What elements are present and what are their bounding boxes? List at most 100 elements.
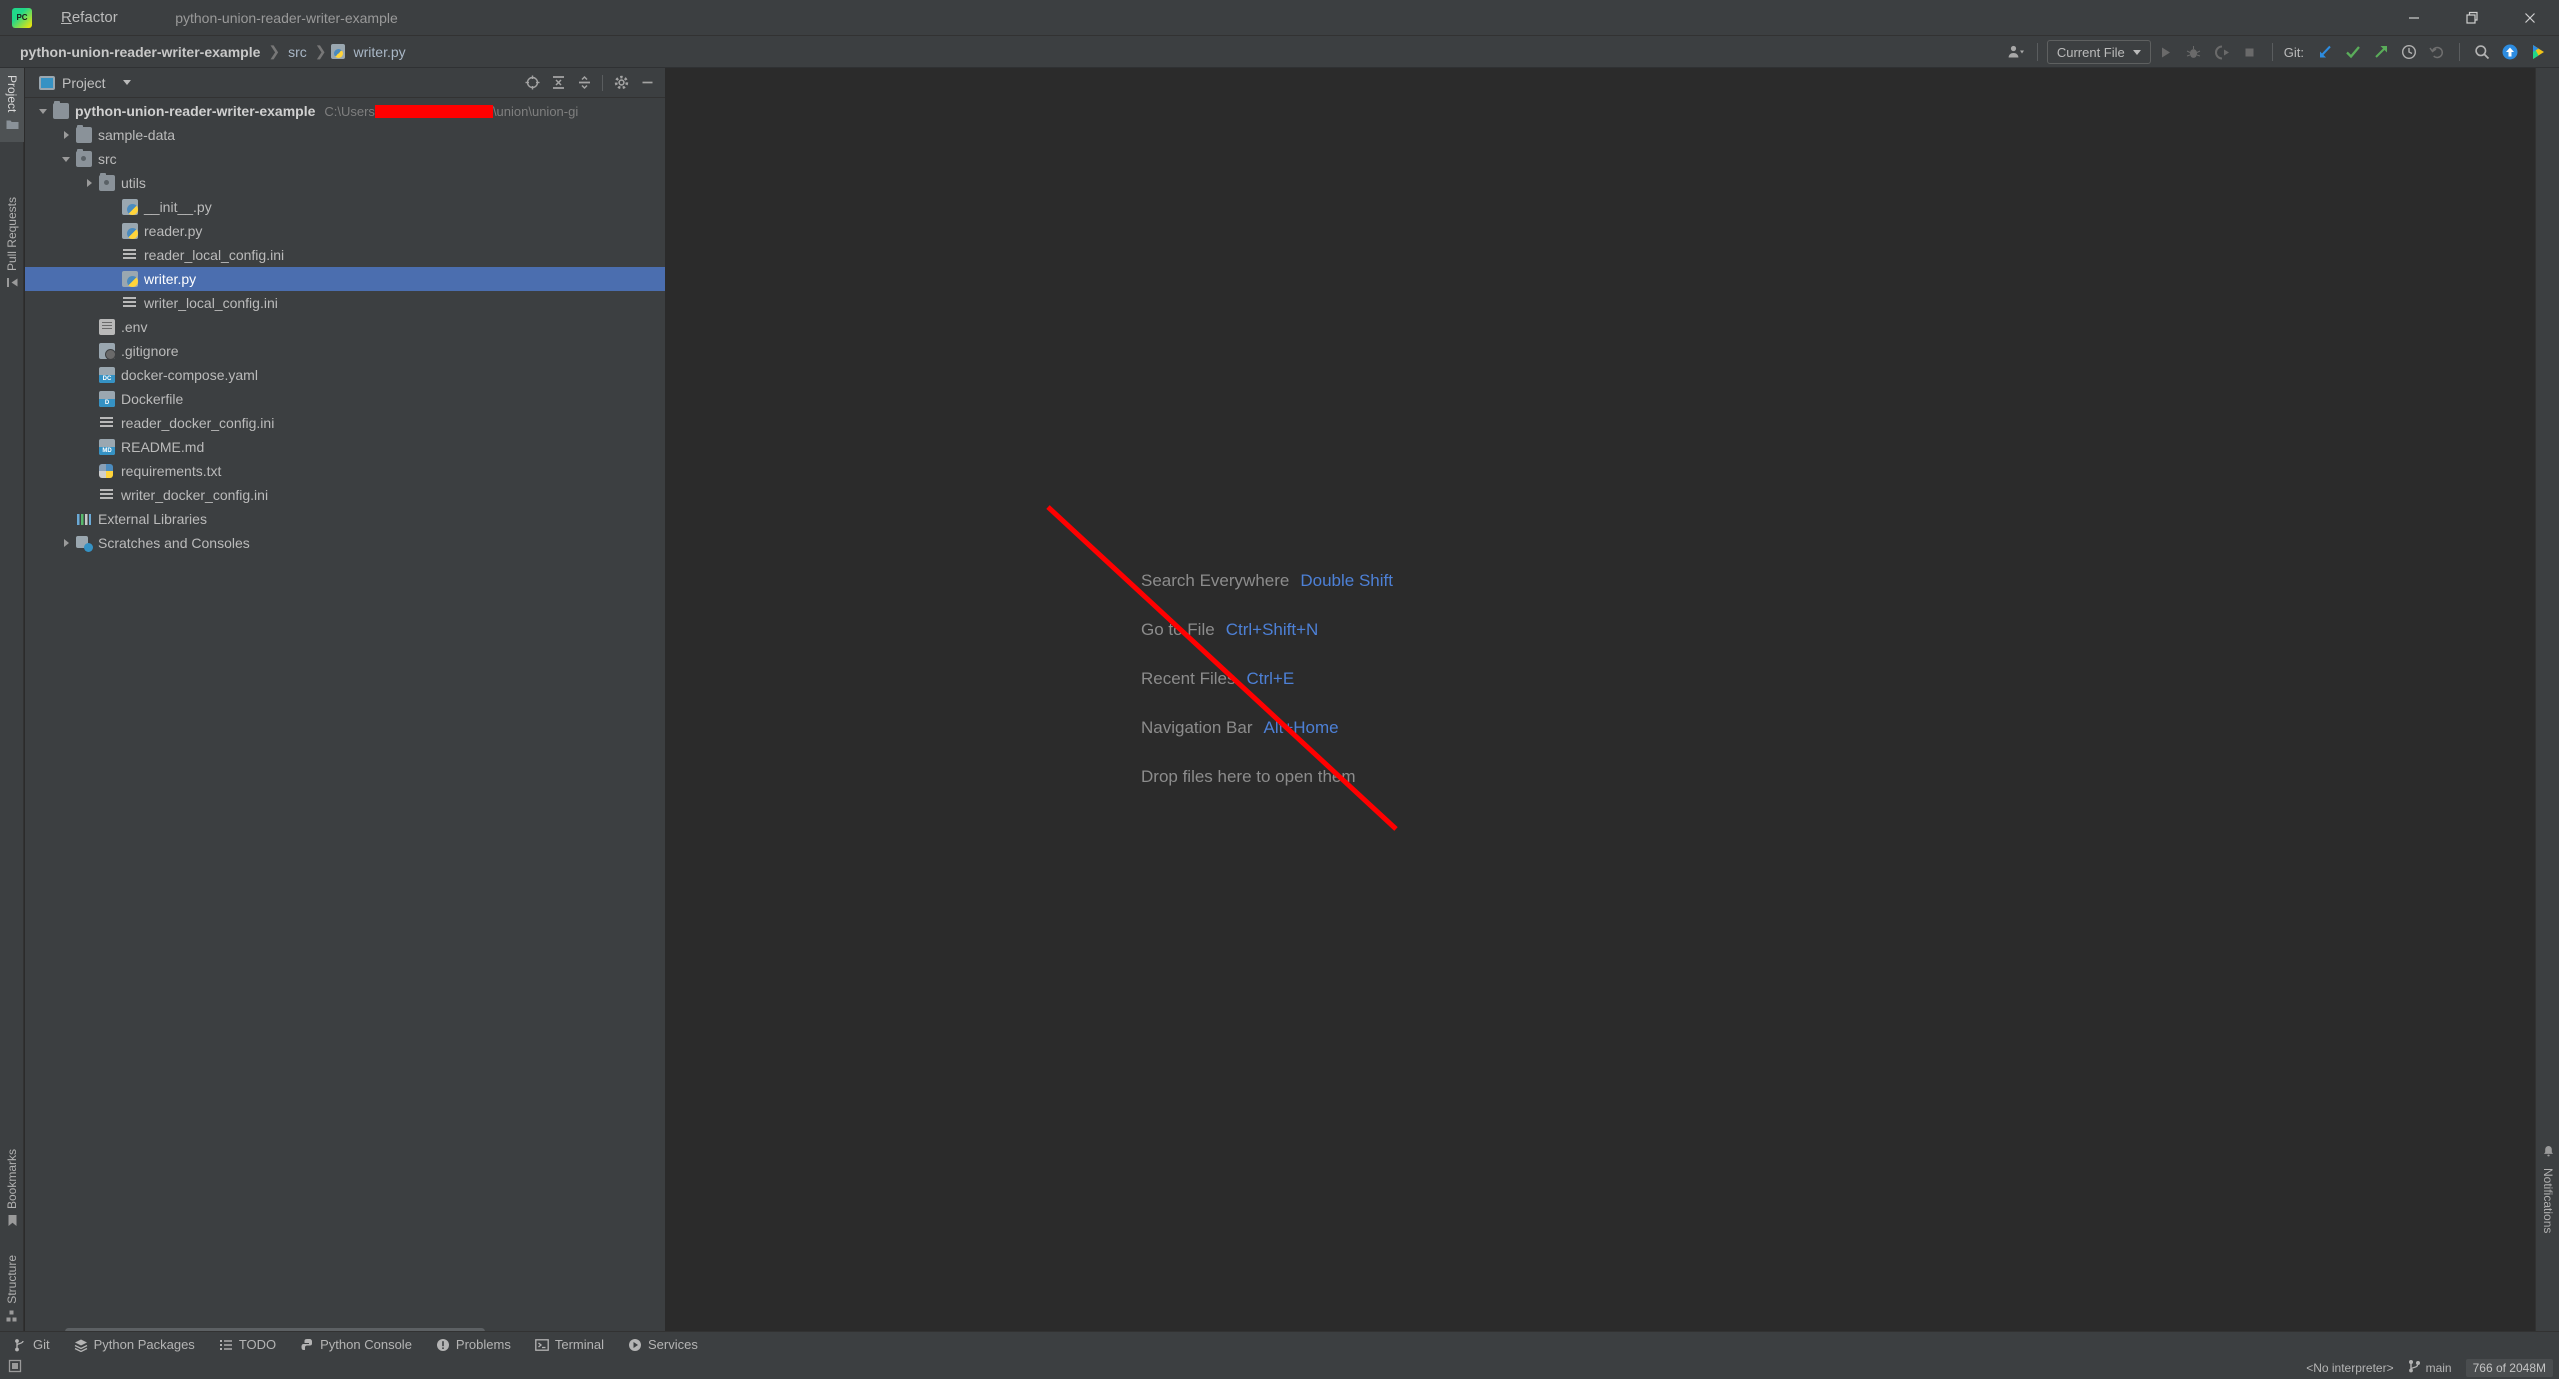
select-opened-file-icon[interactable] — [520, 71, 544, 95]
breadcrumb-item[interactable]: python-union-reader-writer-example — [16, 42, 264, 62]
settings-gear-icon[interactable] — [609, 71, 633, 95]
minimize-icon[interactable] — [2385, 0, 2443, 36]
sidebar-item-structure[interactable]: Structure — [0, 1248, 24, 1334]
editor-hint: Go to File Ctrl+Shift+N — [1141, 605, 1393, 654]
tree-row[interactable]: python-union-reader-writer-example C:\Use… — [25, 99, 665, 123]
project-file-tree[interactable]: python-union-reader-writer-example C:\Use… — [25, 99, 665, 1315]
editor-hint-label: Go to File — [1141, 619, 1215, 639]
editor-hint-shortcut[interactable]: Double Shift — [1300, 571, 1393, 591]
tree-row[interactable]: __init__.py — [25, 195, 665, 219]
editor-empty-area[interactable]: Search Everywhere Double Shift Go to File C… — [665, 68, 2534, 1345]
breadcrumb-item[interactable]: writer.py — [330, 42, 410, 62]
git-rollback-icon[interactable] — [2424, 39, 2450, 65]
tree-row[interactable]: External Libraries — [25, 507, 665, 531]
tree-row[interactable]: reader.py — [25, 219, 665, 243]
restore-icon[interactable] — [2443, 0, 2501, 36]
chevron-down-icon[interactable] — [37, 104, 51, 118]
ai-assistant-icon[interactable] — [2525, 39, 2551, 65]
sidebar-item-project[interactable]: Project — [0, 68, 24, 143]
tree-row[interactable]: utils — [25, 171, 665, 195]
run-configuration-selector[interactable]: Current File — [2046, 40, 2151, 64]
breadcrumb: python-union-reader-writer-example ❯ src ❯ w… — [16, 42, 410, 62]
sidebar-item-pull-requests[interactable]: Pull Requests — [0, 190, 24, 301]
tree-row[interactable]: .gitignore — [25, 339, 665, 363]
toolwindow-button-label: TODO — [238, 1337, 277, 1352]
debug-icon[interactable] — [2181, 39, 2207, 65]
folder-icon — [76, 125, 92, 143]
git-push-icon[interactable] — [2368, 39, 2394, 65]
tree-row[interactable]: DC docker-compose.yaml — [25, 363, 665, 387]
breadcrumb-item[interactable]: src — [284, 42, 311, 62]
folder-icon — [53, 101, 69, 119]
toolbar-divider — [2036, 43, 2038, 61]
toolwindow-button-todo[interactable]: TODO — [209, 1334, 286, 1355]
problems-icon — [436, 1338, 450, 1352]
run-with-coverage-icon[interactable] — [2209, 39, 2235, 65]
tree-row[interactable]: sample-data — [25, 123, 665, 147]
collapse-all-icon[interactable] — [572, 71, 596, 95]
git-label: Git: — [2283, 44, 2304, 60]
toolwindow-button-python-console[interactable]: Python Console — [290, 1334, 422, 1355]
toolwindow-button-git[interactable]: Git — [4, 1334, 60, 1355]
chevron-right-icon[interactable] — [83, 176, 97, 190]
project-panel-header: Project — [25, 68, 665, 98]
hide-panel-icon[interactable] — [635, 71, 659, 95]
chevron-right-icon[interactable] — [60, 128, 74, 142]
sidebar-item-label: Structure — [5, 1255, 19, 1304]
tree-row[interactable]: reader_local_config.ini — [25, 243, 665, 267]
tree-row[interactable]: reader_docker_config.ini — [25, 411, 665, 435]
memory-indicator[interactable]: 766 of 2048M — [2465, 1359, 2553, 1377]
ini-file-icon — [99, 487, 115, 503]
project-panel-title-group[interactable]: Project — [39, 75, 131, 91]
chevron-down-icon[interactable] — [122, 80, 131, 85]
breadcrumb-label: python-union-reader-writer-example — [20, 43, 261, 60]
editor-hint-shortcut[interactable]: Ctrl+Shift+N — [1226, 620, 1319, 640]
sidebar-item-bookmarks[interactable]: Bookmarks — [0, 1142, 24, 1239]
tree-row-label: writer_docker_config.ini — [121, 487, 269, 503]
git-history-icon[interactable] — [2396, 39, 2422, 65]
interpreter-status[interactable]: <No interpreter> — [2306, 1361, 2393, 1375]
tree-row[interactable]: writer_docker_config.ini — [25, 483, 665, 507]
tree-row[interactable]: MD README.md — [25, 435, 665, 459]
expand-all-icon[interactable] — [546, 71, 570, 95]
ini-file-icon — [122, 295, 138, 311]
chevron-down-icon[interactable] — [60, 152, 74, 166]
tree-row[interactable]: src — [25, 147, 665, 171]
chevron-down-icon — [2132, 49, 2141, 55]
stop-icon[interactable] — [2237, 39, 2263, 65]
tree-row[interactable]: requirements.txt — [25, 459, 665, 483]
tree-row[interactable]: Scratches and Consoles — [25, 531, 665, 555]
chevron-right-icon[interactable] — [60, 536, 74, 550]
toolwindow-button-terminal[interactable]: Terminal — [525, 1334, 614, 1355]
editor-hint: Recent Files Ctrl+E — [1141, 654, 1393, 703]
tree-row[interactable]: D Dockerfile — [25, 387, 665, 411]
editor-hint-shortcut[interactable]: Alt+Home — [1264, 718, 1339, 738]
toolwindow-button-python-packages[interactable]: Python Packages — [64, 1334, 205, 1355]
status-bar-right: <No interpreter> main 766 of 2048M — [2306, 1359, 2553, 1378]
git-branch-widget[interactable]: main — [2408, 1359, 2452, 1378]
git-branch-icon — [2408, 1359, 2421, 1378]
breadcrumb-label: src — [288, 43, 307, 60]
close-icon[interactable] — [2501, 0, 2559, 36]
toolwindow-button-problems[interactable]: Problems — [426, 1334, 521, 1355]
navigation-bar: python-union-reader-writer-example ❯ src ❯ w… — [0, 36, 2559, 68]
updates-available-icon[interactable] — [2497, 39, 2523, 65]
env-file-icon — [99, 319, 115, 335]
editor-hint-shortcut[interactable]: Ctrl+E — [1246, 669, 1294, 689]
git-commit-icon[interactable] — [2340, 39, 2366, 65]
event-log-icon[interactable] — [8, 1359, 22, 1378]
run-icon[interactable] — [2153, 39, 2179, 65]
tree-row[interactable]: .env — [25, 315, 665, 339]
toolwindow-button-services[interactable]: Services — [618, 1334, 708, 1355]
user-account-icon[interactable] — [2002, 39, 2028, 65]
toolwindow-button-label: Python Packages — [93, 1337, 195, 1352]
tree-row[interactable]: writer_local_config.ini — [25, 291, 665, 315]
tree-row-selected[interactable]: writer.py — [25, 267, 665, 291]
editor-hint-label: Navigation Bar — [1141, 717, 1253, 737]
sidebar-item-notifications[interactable]: Notifications — [2536, 1138, 2559, 1240]
git-update-project-icon[interactable] — [2312, 39, 2338, 65]
menu-refactor[interactable]: Refactor — [50, 5, 131, 30]
search-icon[interactable] — [2469, 39, 2495, 65]
